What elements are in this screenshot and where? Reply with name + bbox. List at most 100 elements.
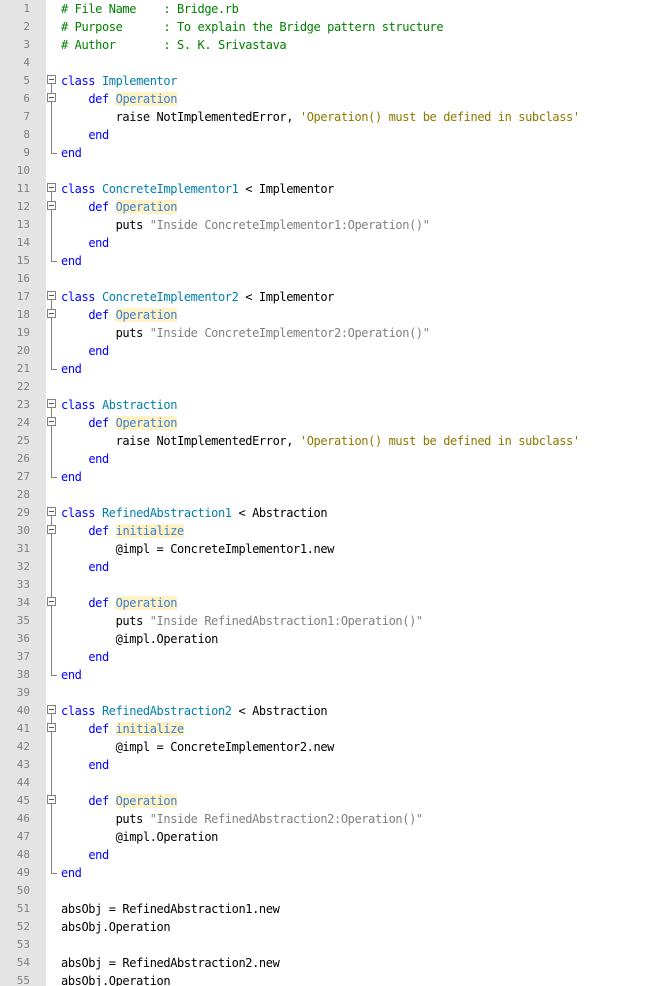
code-line[interactable]: 3 # Author : S. K. Srivastava (0, 36, 670, 54)
code-line[interactable]: 30 def initialize (0, 522, 670, 540)
code-line[interactable]: 6 def Operation (0, 90, 670, 108)
code-line[interactable]: 20 end (0, 342, 670, 360)
fold-collapse-icon[interactable] (47, 396, 58, 414)
code-text[interactable]: end (61, 450, 109, 468)
code-text[interactable]: @impl = ConcreteImplementor1.new (61, 540, 335, 558)
code-line[interactable]: 10 (0, 162, 670, 180)
fold-collapse-icon[interactable] (47, 792, 58, 810)
code-line[interactable]: 37 end (0, 648, 670, 666)
code-line[interactable]: 47 @impl.Operation (0, 828, 670, 846)
code-line[interactable]: 13 puts "Inside ConcreteImplementor1:Ope… (0, 216, 670, 234)
code-line[interactable]: 26 end (0, 450, 670, 468)
code-line[interactable]: 7 raise NotImplementedError, 'Operation(… (0, 108, 670, 126)
fold-collapse-icon[interactable] (47, 198, 58, 216)
fold-collapse-icon[interactable] (47, 72, 58, 90)
code-line[interactable]: 15 end (0, 252, 670, 270)
code-text[interactable]: # Author : S. K. Srivastava (61, 36, 287, 54)
fold-collapse-icon[interactable] (47, 504, 58, 522)
code-line[interactable]: 18 def Operation (0, 306, 670, 324)
code-text[interactable]: def Operation (61, 306, 177, 324)
code-line[interactable]: 54 absObj = RefinedAbstraction2.new (0, 954, 670, 972)
code-text[interactable]: class ConcreteImplementor2 < Implementor (61, 288, 334, 306)
code-text[interactable]: puts "Inside RefinedAbstraction2:Operati… (61, 810, 424, 828)
code-line[interactable]: 45 def Operation (0, 792, 670, 810)
fold-collapse-icon[interactable] (47, 306, 58, 324)
code-text[interactable]: @impl.Operation (61, 630, 219, 648)
code-text[interactable]: end (61, 342, 109, 360)
code-text[interactable]: def Operation (61, 90, 177, 108)
code-line[interactable]: 36 @impl.Operation (0, 630, 670, 648)
code-text[interactable]: @impl = ConcreteImplementor2.new (61, 738, 335, 756)
code-line[interactable]: 33 (0, 576, 670, 594)
code-text[interactable]: end (61, 234, 109, 252)
code-line[interactable]: 40 class RefinedAbstraction2 < Abstractio… (0, 702, 670, 720)
code-line[interactable]: 42 @impl = ConcreteImplementor2.new (0, 738, 670, 756)
code-line[interactable]: 39 (0, 684, 670, 702)
fold-collapse-icon[interactable] (47, 180, 58, 198)
code-line[interactable]: 31 @impl = ConcreteImplementor1.new (0, 540, 670, 558)
code-line[interactable]: 52 absObj.Operation (0, 918, 670, 936)
code-text[interactable]: puts "Inside ConcreteImplementor1:Operat… (61, 216, 430, 234)
code-text[interactable]: end (61, 252, 82, 270)
code-line[interactable]: 38 end (0, 666, 670, 684)
code-line[interactable]: 32 end (0, 558, 670, 576)
code-text[interactable]: # Purpose : To explain the Bridge patter… (61, 18, 444, 36)
code-text[interactable]: absObj.Operation (61, 918, 171, 936)
code-text[interactable]: puts "Inside ConcreteImplementor2:Operat… (61, 324, 430, 342)
code-editor[interactable]: 1 # File Name : Bridge.rb 2 # Purpose : To … (0, 0, 670, 986)
code-text[interactable]: def Operation (61, 792, 177, 810)
fold-collapse-icon[interactable] (47, 90, 58, 108)
code-text[interactable]: def initialize (61, 522, 184, 540)
code-text[interactable]: def Operation (61, 594, 177, 612)
code-text[interactable]: end (61, 756, 109, 774)
code-line[interactable]: 28 (0, 486, 670, 504)
code-text[interactable]: raise NotImplementedError, 'Operation() … (61, 108, 580, 126)
code-line[interactable]: 8 end (0, 126, 670, 144)
code-lines[interactable]: 1 # File Name : Bridge.rb 2 # Purpose : To … (0, 0, 670, 986)
code-text[interactable]: class ConcreteImplementor1 < Implementor (61, 180, 334, 198)
code-text[interactable]: end (61, 360, 82, 378)
code-line[interactable]: 44 (0, 774, 670, 792)
code-line[interactable]: 1 # File Name : Bridge.rb (0, 0, 670, 18)
code-text[interactable]: end (61, 648, 109, 666)
code-text[interactable]: class Implementor (61, 72, 177, 90)
code-text[interactable]: absObj = RefinedAbstraction2.new (61, 954, 280, 972)
code-line[interactable]: 35 puts "Inside RefinedAbstraction1:Oper… (0, 612, 670, 630)
code-line[interactable]: 11 class ConcreteImplementor1 < Implement… (0, 180, 670, 198)
code-text[interactable]: @impl.Operation (61, 828, 219, 846)
code-line[interactable]: 16 (0, 270, 670, 288)
code-line[interactable]: 50 (0, 882, 670, 900)
code-line[interactable]: 43 end (0, 756, 670, 774)
fold-collapse-icon[interactable] (47, 702, 58, 720)
code-line[interactable]: 41 def initialize (0, 720, 670, 738)
code-line[interactable]: 5 class Implementor (0, 72, 670, 90)
code-line[interactable]: 22 (0, 378, 670, 396)
fold-collapse-icon[interactable] (47, 414, 58, 432)
code-text[interactable]: class RefinedAbstraction1 < Abstraction (61, 504, 328, 522)
code-text[interactable]: end (61, 558, 109, 576)
code-line[interactable]: 46 puts "Inside RefinedAbstraction2:Oper… (0, 810, 670, 828)
code-line[interactable]: 19 puts "Inside ConcreteImplementor2:Ope… (0, 324, 670, 342)
code-line[interactable]: 55 absObj.Operation (0, 972, 670, 986)
code-text[interactable]: end (61, 864, 82, 882)
code-text[interactable]: class Abstraction (61, 396, 177, 414)
code-text[interactable]: end (61, 666, 82, 684)
code-text[interactable]: end (61, 126, 109, 144)
code-line[interactable]: 4 (0, 54, 670, 72)
code-text[interactable]: absObj.Operation (61, 972, 171, 986)
code-line[interactable]: 27 end (0, 468, 670, 486)
code-text[interactable]: def initialize (61, 720, 184, 738)
code-text[interactable]: def Operation (61, 198, 177, 216)
code-line[interactable]: 24 def Operation (0, 414, 670, 432)
code-line[interactable]: 48 end (0, 846, 670, 864)
code-line[interactable]: 53 (0, 936, 670, 954)
code-text[interactable]: puts "Inside RefinedAbstraction1:Operati… (61, 612, 424, 630)
code-line[interactable]: 51 absObj = RefinedAbstraction1.new (0, 900, 670, 918)
code-line[interactable]: 21 end (0, 360, 670, 378)
fold-collapse-icon[interactable] (47, 288, 58, 306)
code-text[interactable]: raise NotImplementedError, 'Operation() … (61, 432, 580, 450)
code-text[interactable]: def Operation (61, 414, 177, 432)
code-line[interactable]: 23 class Abstraction (0, 396, 670, 414)
code-text[interactable]: end (61, 846, 109, 864)
code-text[interactable]: end (61, 144, 82, 162)
